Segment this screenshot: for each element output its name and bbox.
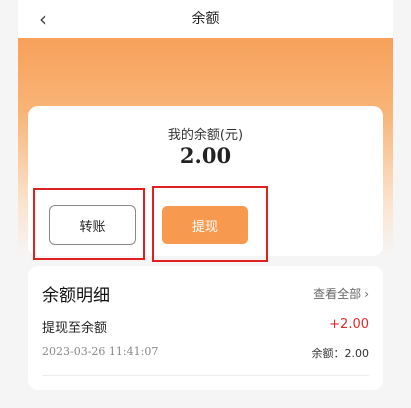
- transaction-title: 提现至余额: [42, 321, 108, 336]
- top-bar: ‹ 余额: [18, 0, 393, 38]
- page-title: 余额: [191, 11, 220, 27]
- transaction-amount: +2.00: [329, 317, 369, 332]
- balance-details-card: 余额明细 查看全部 › 提现至余额 +2.00 2023-03-26 11:41…: [28, 266, 383, 390]
- page: ‹ 余额 我的余额(元) 2.00 转账 提现 余额明细 查看全部 › 提现至余…: [0, 0, 411, 408]
- transaction-time: 2023-03-26 11:41:07: [42, 345, 159, 358]
- balance-amount: 2.00: [179, 143, 232, 168]
- row-divider: [42, 375, 369, 376]
- chevron-right-icon: ›: [364, 286, 369, 301]
- view-all-label: 查看全部: [313, 287, 362, 301]
- transaction-balance: 余额：2.00: [311, 347, 370, 360]
- balance-label: 我的余额(元): [167, 128, 244, 143]
- withdraw-button[interactable]: 提现: [162, 206, 248, 244]
- view-all-link[interactable]: 查看全部 ›: [313, 285, 369, 302]
- details-title: 余额明细: [42, 286, 110, 306]
- transfer-button[interactable]: 转账: [49, 205, 136, 245]
